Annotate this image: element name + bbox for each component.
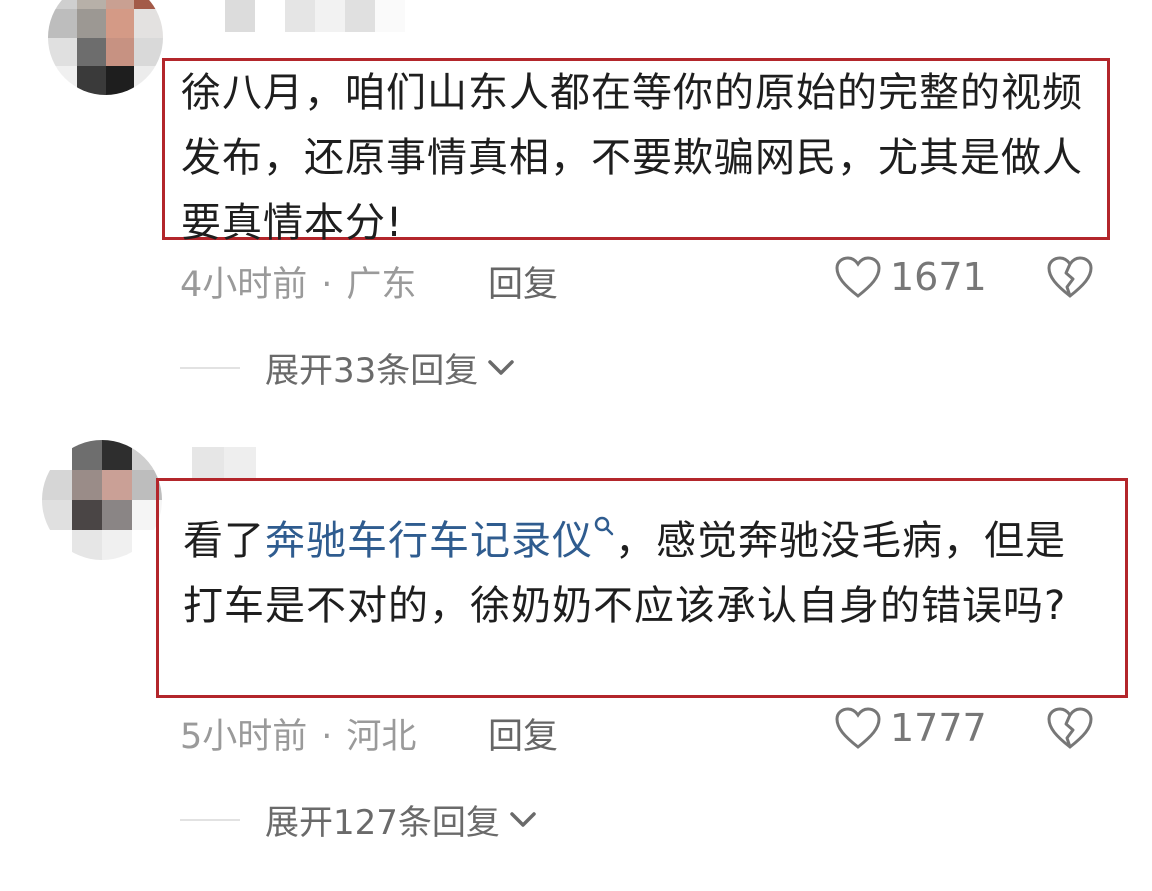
like-count: 1777 bbox=[890, 706, 987, 750]
dislike-icon bbox=[1047, 707, 1093, 749]
meta-separator: · bbox=[321, 265, 333, 305]
search-icon[interactable] bbox=[593, 515, 615, 537]
comment-text: 徐八月，咱们山东人都在等你的原始的完整的视频发布，还原事情真相，不要欺骗网民，尤… bbox=[181, 70, 1083, 246]
avatar[interactable] bbox=[48, 0, 163, 95]
dislike-button[interactable] bbox=[1046, 255, 1094, 303]
comment-meta: 5小时前 · 河北 bbox=[180, 708, 416, 759]
comment-text-part: 看了 bbox=[183, 518, 265, 564]
comment-text-highlight: 看了奔驰车行车记录仪 ，感觉奔驰没毛病，但是打车是不对的，徐奶奶不应该承认自身的错… bbox=[156, 478, 1128, 698]
expand-replies-label: 展开33条回复 bbox=[265, 351, 479, 391]
dislike-button[interactable] bbox=[1046, 706, 1094, 754]
username[interactable] bbox=[192, 447, 256, 479]
like-button[interactable]: 1777 bbox=[834, 706, 987, 750]
comment-text-highlight: 徐八月，咱们山东人都在等你的原始的完整的视频发布，还原事情真相，不要欺骗网民，尤… bbox=[162, 58, 1110, 246]
expand-replies-label: 展开127条回复 bbox=[265, 803, 500, 843]
comment-location: 河北 bbox=[346, 717, 417, 757]
like-count: 1671 bbox=[890, 255, 987, 299]
chevron-down-icon bbox=[488, 359, 515, 375]
username[interactable] bbox=[225, 0, 405, 32]
reply-button[interactable]: 回复 bbox=[488, 708, 558, 759]
avatar[interactable] bbox=[42, 440, 162, 560]
divider-line bbox=[180, 818, 240, 821]
comment-time: 4小时前 bbox=[180, 265, 308, 305]
reply-button[interactable]: 回复 bbox=[488, 256, 558, 307]
meta-separator: · bbox=[321, 717, 333, 757]
comment-location: 广东 bbox=[346, 265, 417, 305]
divider-line bbox=[180, 366, 240, 369]
search-link[interactable]: 奔驰车行车记录仪 bbox=[265, 518, 593, 564]
heart-icon bbox=[835, 707, 881, 749]
comment-meta: 4小时前 · 广东 bbox=[180, 256, 416, 307]
comment-time: 5小时前 bbox=[180, 717, 308, 757]
heart-icon bbox=[835, 256, 881, 298]
comment-text: 看了奔驰车行车记录仪 ，感觉奔驰没毛病，但是打车是不对的，徐奶奶不应该承认自身的错… bbox=[183, 509, 1093, 639]
expand-replies-button[interactable]: 展开33条回复 bbox=[180, 343, 516, 392]
expand-replies-button[interactable]: 展开127条回复 bbox=[180, 795, 538, 844]
dislike-icon bbox=[1047, 256, 1093, 298]
like-button[interactable]: 1671 bbox=[834, 255, 987, 299]
chevron-down-icon bbox=[510, 811, 536, 827]
